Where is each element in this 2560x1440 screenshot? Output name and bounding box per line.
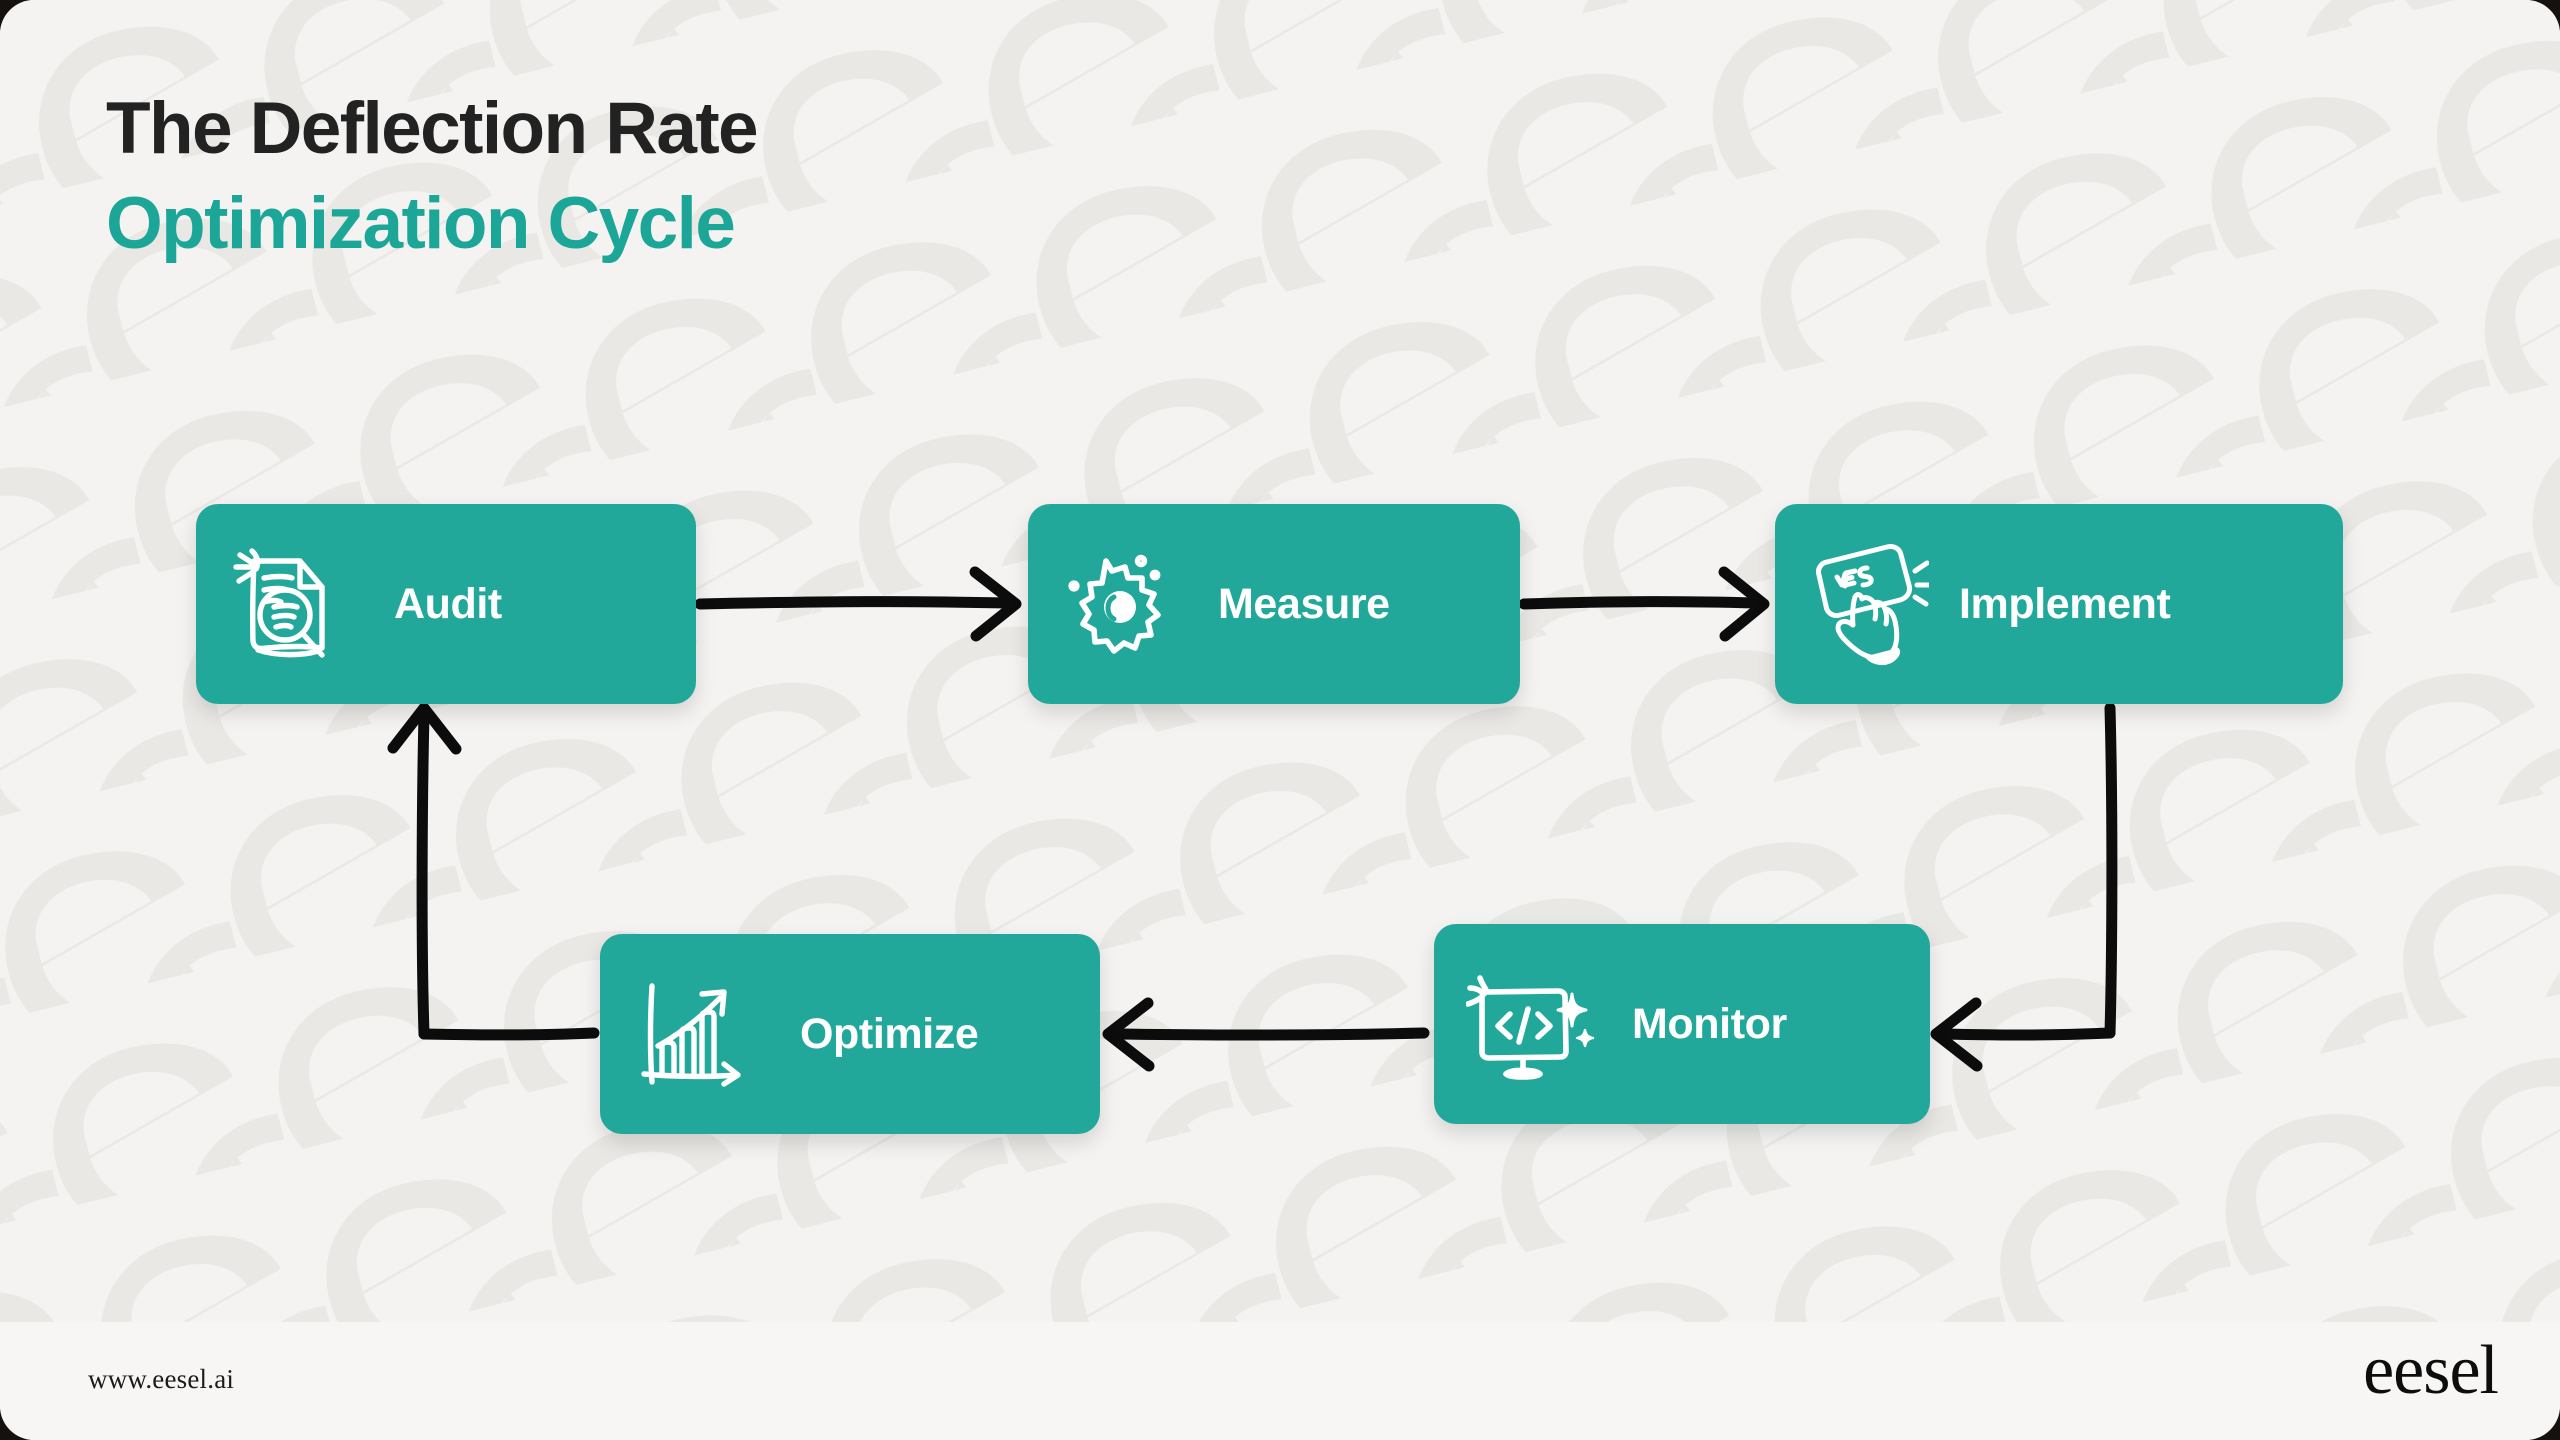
screen-code-sparkle-icon <box>1466 964 1598 1084</box>
connector-implement-to-monitor <box>1930 702 2118 1072</box>
connector-measure-to-implement <box>1518 566 1770 642</box>
page-title-line-2: Optimization Cycle <box>106 183 736 264</box>
step-label-implement: Implement <box>1959 579 2171 628</box>
eesel-logo: eesel <box>2363 1332 2499 1409</box>
hand-press-yes-button-icon <box>1805 541 1929 667</box>
footer-website-url[interactable]: www.eesel.ai <box>88 1364 234 1395</box>
connector-audit-to-measure <box>694 566 1022 642</box>
step-card-implement[interactable]: Implement <box>1775 504 2343 704</box>
gear-icon <box>1062 545 1182 663</box>
connector-monitor-to-optimize <box>1102 997 1430 1072</box>
step-label-audit: Audit <box>394 579 502 628</box>
step-card-audit[interactable]: Audit <box>196 504 696 704</box>
step-label-monitor: Monitor <box>1632 999 1787 1048</box>
step-card-measure[interactable]: Measure <box>1028 504 1520 704</box>
step-label-optimize: Optimize <box>800 1009 979 1058</box>
infographic-canvas: The Deflection Rate Optimization Cycle A… <box>0 0 2560 1440</box>
step-card-optimize[interactable]: Optimize <box>600 934 1100 1134</box>
connector-optimize-to-audit <box>387 702 600 1041</box>
step-label-measure: Measure <box>1218 579 1390 628</box>
page-title-line-1: The Deflection Rate <box>106 88 759 169</box>
bar-chart-growth-icon <box>636 972 760 1096</box>
page-title: The Deflection Rate Optimization Cycle <box>106 88 759 264</box>
document-magnifier-icon <box>230 545 342 663</box>
step-card-monitor[interactable]: Monitor <box>1434 924 1930 1124</box>
footer: www.eesel.ai eesel <box>0 1322 2560 1440</box>
